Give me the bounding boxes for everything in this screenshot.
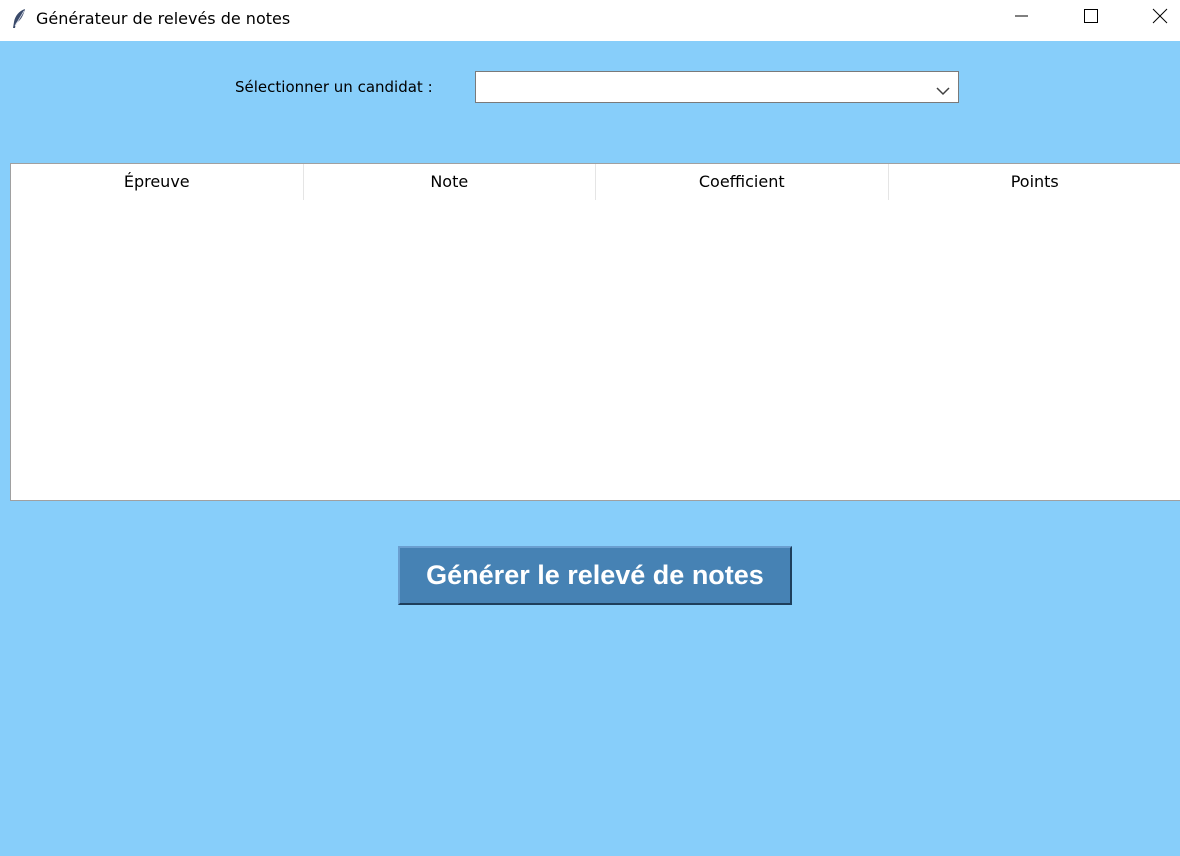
maximize-icon	[1083, 8, 1099, 29]
column-header-coefficient[interactable]: Coefficient	[596, 164, 889, 200]
table-header: Épreuve Note Coefficient Points	[11, 164, 1180, 200]
column-header-points[interactable]: Points	[889, 164, 1180, 200]
maximize-button[interactable]	[1056, 0, 1126, 36]
column-header-note[interactable]: Note	[304, 164, 596, 200]
app-window: Générateur de relevés de notes Sélection…	[0, 0, 1180, 856]
table-body[interactable]	[11, 200, 1180, 500]
candidate-label: Sélectionner un candidat :	[235, 78, 433, 96]
title-bar: Générateur de relevés de notes	[0, 0, 1180, 41]
candidate-select[interactable]	[475, 71, 959, 103]
minimize-icon	[1013, 8, 1029, 29]
minimize-button[interactable]	[986, 0, 1056, 36]
feather-icon	[10, 8, 28, 30]
column-header-epreuve[interactable]: Épreuve	[11, 164, 304, 200]
close-button[interactable]	[1125, 0, 1180, 36]
chevron-down-icon[interactable]	[936, 83, 950, 96]
close-icon	[1152, 8, 1168, 29]
main-panel: Sélectionner un candidat : Épreuve Note …	[0, 41, 1180, 856]
grades-table[interactable]: Épreuve Note Coefficient Points	[10, 163, 1180, 501]
window-title: Générateur de relevés de notes	[36, 9, 291, 28]
generate-transcript-button[interactable]: Générer le relevé de notes	[398, 546, 792, 605]
